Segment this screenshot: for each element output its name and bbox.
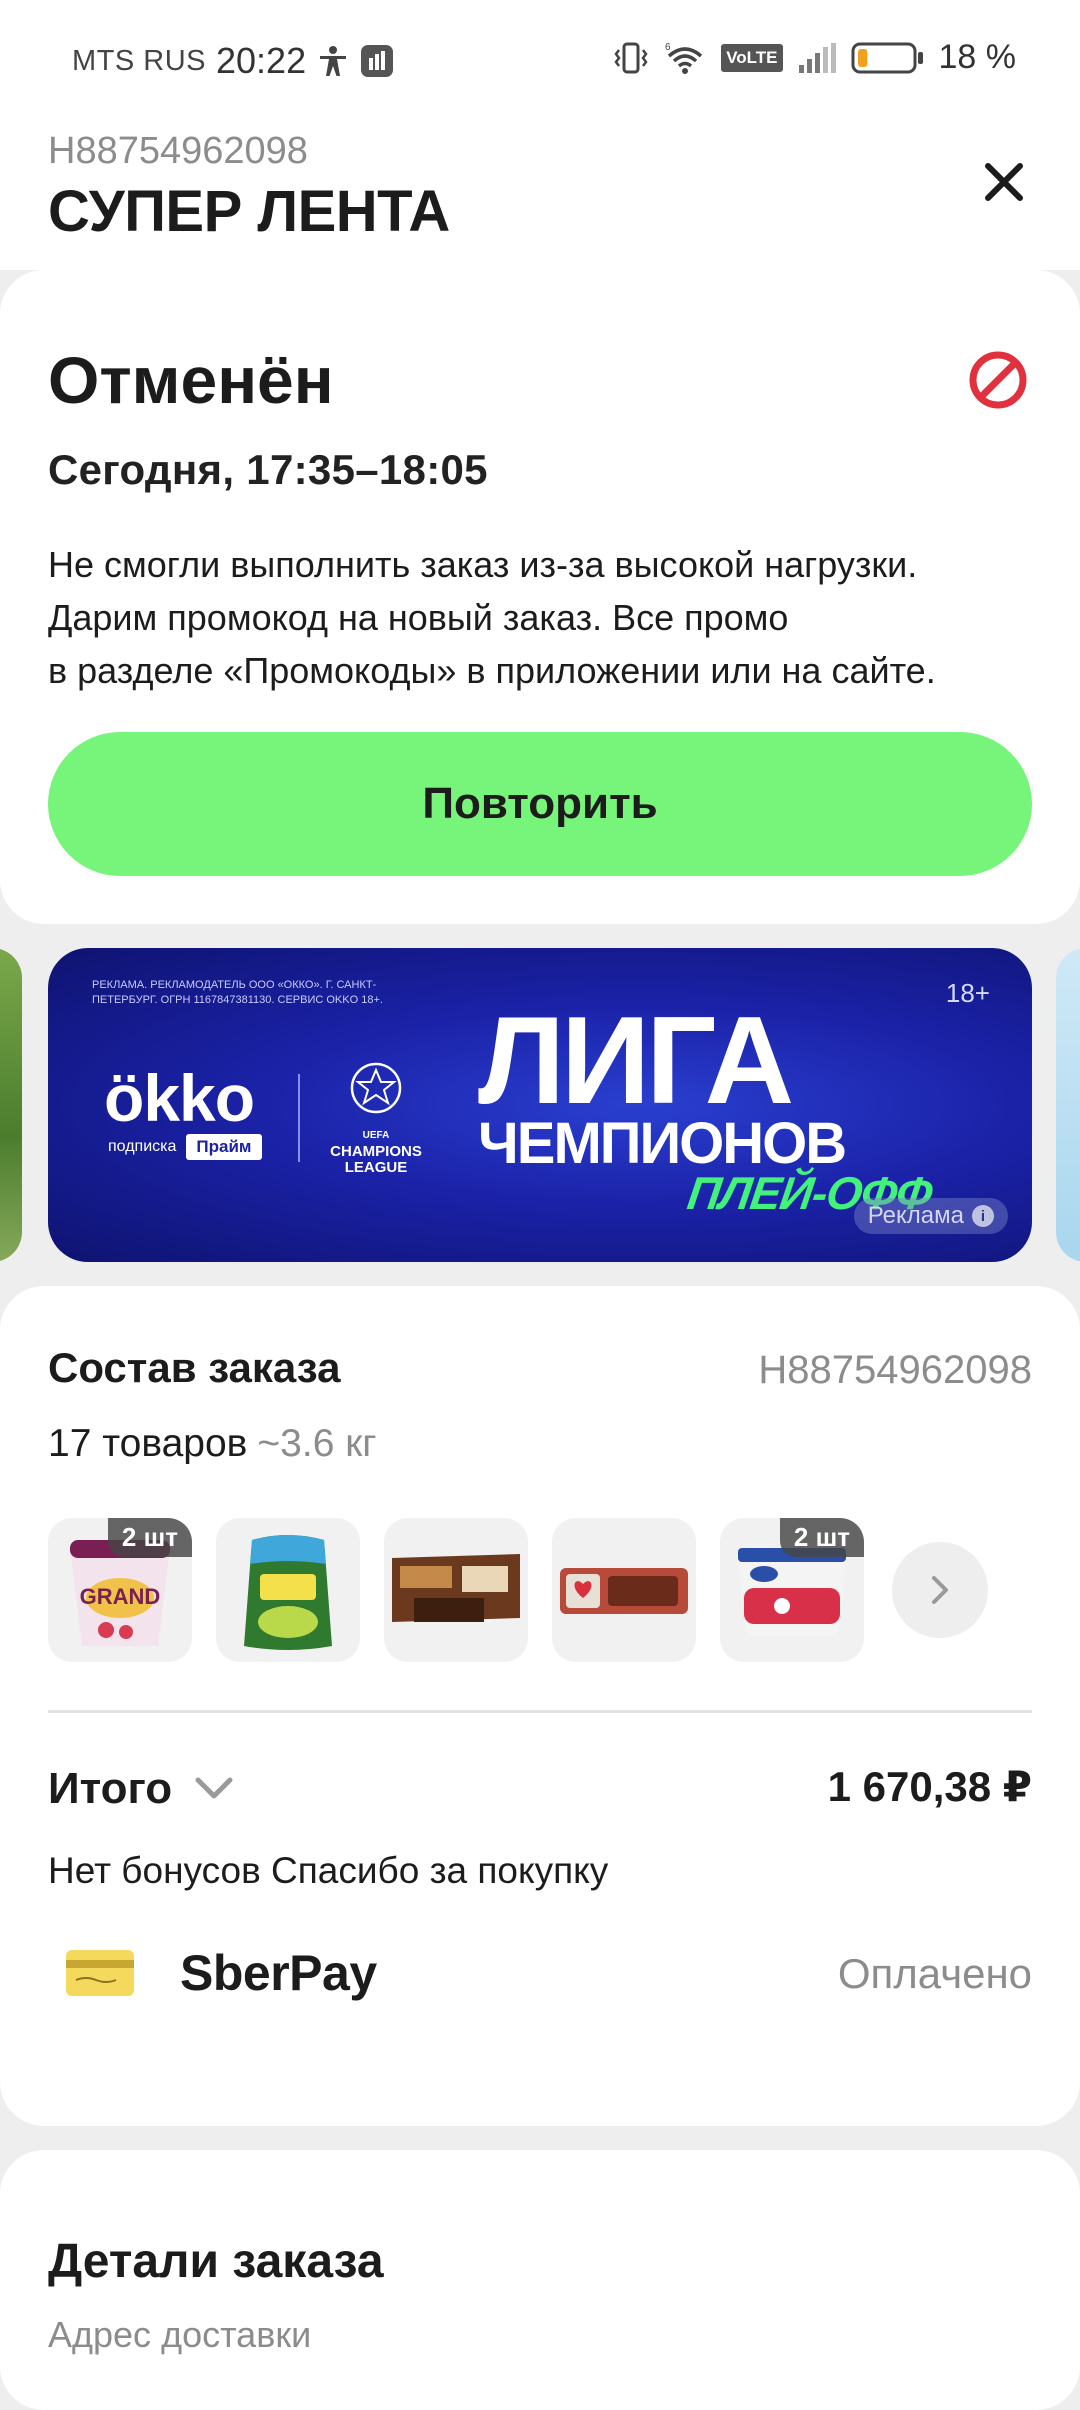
message-line: в разделе «Промокоды» в приложении или н… [48,650,936,691]
repeat-order-button[interactable]: Повторить [48,732,1032,876]
store-name: СУПЕР ЛЕНТА [48,179,450,244]
clock: 20:22 [216,40,307,81]
partner-name: CHAMPIONS LEAGUE [330,1143,422,1176]
section-divider [48,1710,1032,1713]
okko-logo: ökko [104,1061,255,1135]
order-summary: 17 товаров ~3.6 кг [48,1422,377,1466]
ad-disclaimer: Реклама. Рекламодатель ООО «Окко». г. Са… [92,979,383,1006]
order-details-card: Детали заказа Адрес доставки [0,2150,1080,2410]
product-thumb-milk-pack[interactable] [216,1518,360,1662]
status-right: 6 VoLTE 18 % [613,38,1016,77]
partner-label: UEFA CHAMPIONS LEAGUE [316,1128,436,1176]
ad-label: Реклама [867,1202,964,1229]
product-thumbnails: GRAND 2 шт 2 шт [48,1518,988,1662]
order-weight: ~3.6 кг [257,1422,377,1465]
chevron-down-icon [195,1777,233,1799]
status-left: MTS RUS 20:22 [72,40,394,82]
battery-percent: 18 % [938,38,1017,76]
quantity-badge: 2 шт [779,1518,864,1557]
header-order-id: H88754962098 [48,130,308,172]
champions-league-logo-icon [350,1062,402,1114]
accessibility-icon [320,46,347,76]
carrier-name: MTS RUS [72,44,206,77]
svg-text:GRAND: GRAND [80,1584,161,1609]
close-icon [985,163,1023,201]
delivery-address-label: Адрес доставки [48,2314,312,2355]
promo-carousel[interactable]: Реклама. Рекламодатель ООО «Окко». г. Са… [0,948,1080,1262]
carousel-prev-peek[interactable] [0,948,22,1262]
order-status-title: Отменён [48,343,334,417]
quantity-badge: 2 шт [107,1518,192,1557]
promo-banner[interactable]: Реклама. Рекламодатель ООО «Окко». г. Са… [48,948,1032,1262]
order-status-card: Отменён Сегодня, 17:35–18:05 Не смогли в… [0,270,1080,924]
item-count: 17 товаров [48,1422,248,1465]
total-toggle[interactable]: Итого [48,1764,234,1814]
vibrate-icon [614,42,648,73]
biscuits-pack-image [560,1568,688,1614]
wifi-icon: 6 [665,42,703,74]
close-button[interactable] [974,152,1034,212]
info-icon: i [972,1205,994,1227]
order-number: H88754962098 [758,1348,1032,1392]
payment-status: Оплачено [837,1950,1032,1997]
order-composition-card: Состав заказа H88754962098 17 товаров ~3.… [0,1286,1080,2126]
order-details-title: Детали заказа [48,2235,384,2288]
signal-icon [798,42,836,73]
total-amount: 1 670,38 ₽ [827,1763,1032,1810]
product-thumb-biscuits-pack[interactable] [552,1518,696,1662]
cancel-icon [969,351,1027,409]
message-line: Дарим промокод на новый заказ. Все промо [48,597,789,638]
total-label: Итого [48,1764,173,1813]
age-rating: 18+ [945,978,990,1008]
app-notification-icon [361,45,394,77]
cancellation-message: Не смогли выполнить заказ из-за высокой … [48,538,1048,697]
payment-method-row: SberPay Оплачено [48,1932,1032,2016]
header: H88754962098 СУПЕР ЛЕНТА [0,118,1080,270]
carousel-next-peek[interactable] [1056,948,1080,1262]
partner-sub: UEFA [362,1130,390,1141]
chocolate-wafers-image [392,1554,520,1622]
more-items-button[interactable] [892,1542,988,1638]
product-thumb-cottage-cheese-dessert[interactable]: 2 шт [720,1518,864,1662]
product-thumb-chocolate-wafers[interactable] [384,1518,528,1662]
payment-method-name: SberPay [180,1945,377,2001]
milk-pack-image [244,1535,332,1650]
product-thumb-dessert-cup[interactable]: GRAND 2 шт [48,1518,192,1662]
message-line: Не смогли выполнить заказ из-за высокой … [48,544,918,585]
delivery-time-slot: Сегодня, 17:35–18:05 [48,446,488,493]
order-composition-title: Состав заказа [48,1344,341,1391]
ad-badge[interactable]: Реклама i [853,1198,1008,1234]
okko-subscription: подписка Прайм [108,1134,262,1160]
banner-divider [298,1074,300,1162]
status-bar: MTS RUS 20:22 6 VoLTE 18 % [0,0,1080,118]
svg-text:6: 6 [665,42,671,53]
subscription-plan: Прайм [186,1134,262,1160]
bonus-info: Нет бонусов Спасибо за покупку [48,1850,609,1891]
subscription-label: подписка [108,1138,177,1155]
card-icon [66,1950,134,1996]
volte-badge: VoLTE [721,43,783,72]
chevron-right-icon [932,1576,948,1604]
battery-icon [851,42,923,73]
